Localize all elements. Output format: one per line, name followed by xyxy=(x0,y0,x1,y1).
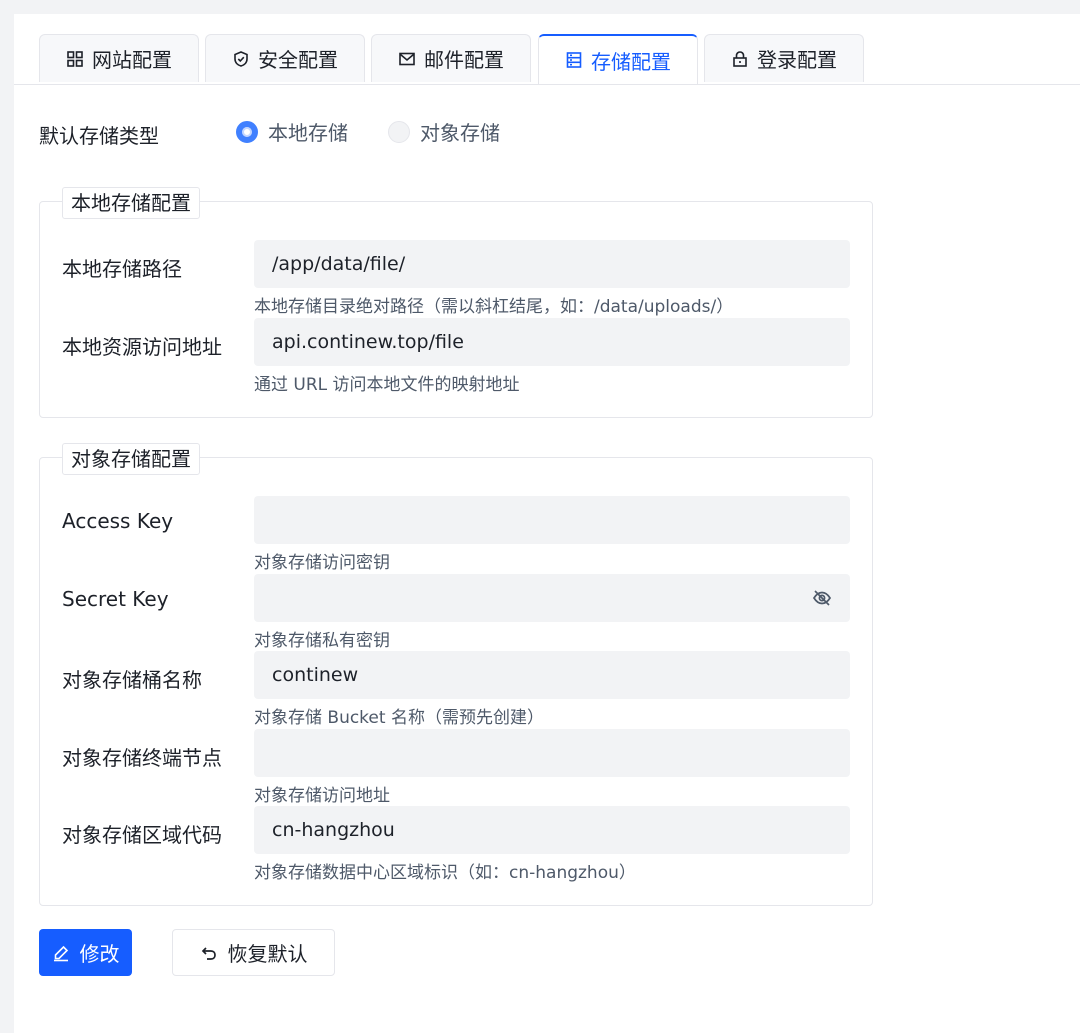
tab-storage[interactable]: 存储配置 xyxy=(538,34,698,84)
reset-default-button[interactable]: 恢复默认 xyxy=(172,929,335,976)
grid-icon xyxy=(67,50,83,67)
storage-icon xyxy=(566,52,582,68)
storage-type-label: 默认存储类型 xyxy=(39,124,159,148)
radio-object-storage[interactable]: 对象存储 xyxy=(388,117,500,146)
bucket-label: 对象存储桶名称 xyxy=(62,668,202,692)
tab-bar: 网站配置 安全配置 邮件配置 存储配置 登录配置 xyxy=(14,34,1080,85)
access-key-hint: 对象存储访问密钥 xyxy=(254,553,390,573)
endpoint-hint: 对象存储访问地址 xyxy=(254,786,390,806)
access-key-label: Access Key xyxy=(62,509,174,533)
edit-icon xyxy=(53,945,68,961)
section-legend: 对象存储配置 xyxy=(62,443,200,475)
region-hint: 对象存储数据中心区域标识（如：cn-hangzhou） xyxy=(254,863,636,883)
tab-label: 邮件配置 xyxy=(424,48,504,72)
bucket-input[interactable]: continew xyxy=(254,651,850,699)
tab-label: 存储配置 xyxy=(591,49,671,74)
object-storage-section: 对象存储配置 Access Key 对象存储访问密钥 Secret Key 对象… xyxy=(39,443,873,906)
access-key-input[interactable] xyxy=(254,496,850,544)
edit-button[interactable]: 修改 xyxy=(39,929,132,976)
button-label: 恢复默认 xyxy=(227,942,308,966)
lock-icon xyxy=(733,50,747,67)
bucket-hint: 对象存储 Bucket 名称（需预先创建） xyxy=(254,708,544,728)
settings-page: 网站配置 安全配置 邮件配置 存储配置 登录配置 默认存储类型 本地存储 对象存… xyxy=(14,14,1080,1033)
local-path-input[interactable]: /app/data/file/ xyxy=(254,240,850,288)
region-label: 对象存储区域代码 xyxy=(62,823,222,847)
eye-off-icon[interactable] xyxy=(812,588,832,608)
radio-label: 对象存储 xyxy=(420,121,500,145)
shield-icon xyxy=(234,50,248,67)
region-input[interactable]: cn-hangzhou xyxy=(254,806,850,854)
tab-website[interactable]: 网站配置 xyxy=(39,34,199,82)
tab-login[interactable]: 登录配置 xyxy=(704,34,864,82)
input-value: /app/data/file/ xyxy=(272,253,406,275)
button-label: 修改 xyxy=(79,942,120,966)
secret-key-input[interactable] xyxy=(254,574,850,622)
radio-checked-icon xyxy=(236,120,258,143)
tab-label: 登录配置 xyxy=(757,48,837,72)
input-value: continew xyxy=(272,664,359,686)
local-url-input[interactable]: api.continew.top/file xyxy=(254,318,850,366)
undo-icon xyxy=(201,946,216,960)
radio-local-storage[interactable]: 本地存储 xyxy=(236,117,348,146)
tab-label: 安全配置 xyxy=(258,48,338,72)
secret-key-label: Secret Key xyxy=(62,587,169,611)
local-url-hint: 通过 URL 访问本地文件的映射地址 xyxy=(254,375,520,395)
tab-label: 网站配置 xyxy=(92,48,172,72)
section-legend: 本地存储配置 xyxy=(62,187,200,219)
tab-security[interactable]: 安全配置 xyxy=(205,34,365,82)
radio-unchecked-icon xyxy=(388,120,410,143)
secret-key-hint: 对象存储私有密钥 xyxy=(254,631,390,651)
endpoint-label: 对象存储终端节点 xyxy=(62,746,222,770)
input-value: cn-hangzhou xyxy=(272,819,395,841)
input-value: api.continew.top/file xyxy=(272,331,464,353)
mail-icon xyxy=(399,52,415,65)
tab-mail[interactable]: 邮件配置 xyxy=(371,34,531,82)
local-path-label: 本地存储路径 xyxy=(62,257,182,281)
radio-label: 本地存储 xyxy=(268,121,348,145)
local-path-hint: 本地存储目录绝对路径（需以斜杠结尾，如：/data/uploads/） xyxy=(254,297,734,317)
local-storage-section: 本地存储配置 本地存储路径 /app/data/file/ 本地存储目录绝对路径… xyxy=(39,187,873,418)
endpoint-input[interactable] xyxy=(254,729,850,777)
local-url-label: 本地资源访问地址 xyxy=(62,335,222,359)
